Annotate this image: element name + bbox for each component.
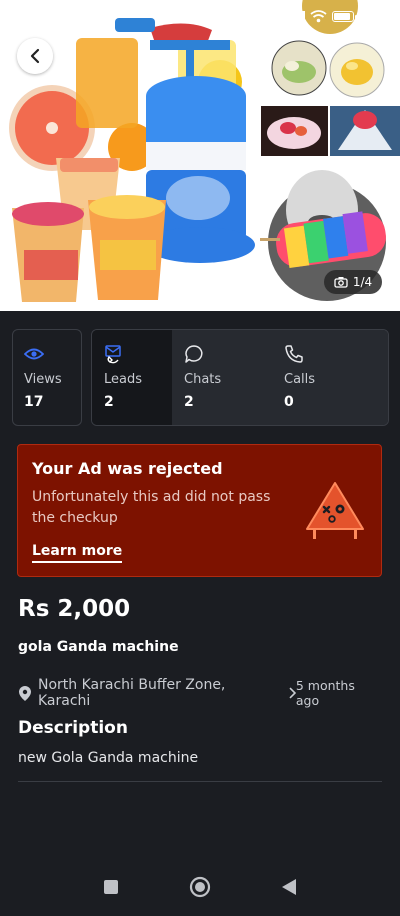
photo-counter[interactable]: 1/4 bbox=[324, 270, 382, 294]
location-row[interactable]: North Karachi Buffer Zone, Karachi 5 mon… bbox=[18, 677, 382, 709]
chevron-right-icon bbox=[289, 687, 296, 699]
bluetooth-icon bbox=[248, 9, 257, 23]
stat-chats-label: Chats bbox=[184, 372, 222, 387]
status-bar: 9:51 89% bbox=[0, 0, 400, 32]
back-icon[interactable] bbox=[281, 878, 297, 896]
home-icon[interactable] bbox=[189, 876, 211, 898]
learn-more-link[interactable]: Learn more bbox=[32, 543, 123, 563]
ad-photo bbox=[0, 0, 400, 311]
photo-counter-label: 1/4 bbox=[352, 275, 373, 289]
ad-price: Rs 2,000 bbox=[18, 596, 131, 622]
rejected-title: Your Ad was rejected bbox=[32, 459, 223, 478]
phone-mail-icon bbox=[105, 345, 121, 364]
phone-icon bbox=[285, 345, 303, 363]
description-heading: Description bbox=[18, 718, 128, 738]
ad-title: gola Ganda machine bbox=[18, 639, 179, 655]
ad-photo-gallery[interactable] bbox=[0, 0, 400, 311]
location-pin-icon bbox=[18, 685, 31, 701]
posted-time: 5 months ago bbox=[295, 678, 355, 708]
stat-chats-value: 2 bbox=[184, 394, 194, 410]
wifi-icon bbox=[310, 9, 327, 22]
stat-group: Leads 2 Chats 2 Calls 0 bbox=[91, 329, 389, 426]
stat-leads-label: Leads bbox=[104, 372, 143, 387]
stat-views[interactable]: Views 17 bbox=[12, 329, 82, 426]
ad-location[interactable]: North Karachi Buffer Zone, Karachi bbox=[38, 677, 282, 709]
stat-calls-value: 0 bbox=[284, 394, 294, 410]
recent-apps-icon[interactable] bbox=[103, 879, 119, 895]
ad-stats: Views 17 Leads 2 Chats 2 Calls 0 bbox=[12, 329, 389, 426]
divider bbox=[18, 781, 382, 782]
battery-icon bbox=[332, 10, 358, 22]
battery-percent: 89% bbox=[359, 8, 388, 24]
description-text: new Gola Ganda machine bbox=[18, 750, 199, 766]
camera-icon bbox=[334, 277, 348, 288]
chat-bubble-icon bbox=[185, 345, 203, 363]
stat-calls-label: Calls bbox=[284, 372, 316, 387]
back-arrow-icon bbox=[30, 48, 40, 64]
stat-views-value: 17 bbox=[24, 394, 44, 410]
stat-views-label: Views bbox=[24, 372, 62, 387]
status-time: 9:51 bbox=[18, 7, 52, 25]
rejected-body: Unfortunately this ad did not pass the c… bbox=[32, 489, 271, 526]
stat-chats[interactable]: Chats 2 bbox=[172, 330, 272, 425]
system-nav-bar bbox=[0, 858, 400, 916]
stat-calls[interactable]: Calls 0 bbox=[272, 330, 388, 425]
signal-icon bbox=[286, 10, 306, 22]
stat-leads[interactable]: Leads 2 bbox=[92, 330, 172, 425]
stat-leads-value: 2 bbox=[104, 394, 114, 410]
eye-icon bbox=[24, 348, 44, 360]
back-button[interactable] bbox=[17, 38, 53, 74]
signal-icon bbox=[262, 10, 282, 22]
warning-triangle-icon bbox=[306, 482, 364, 539]
status-icons: 89% bbox=[248, 9, 388, 24]
rejected-notice: Your Ad was rejected Unfortunately this … bbox=[17, 444, 382, 577]
